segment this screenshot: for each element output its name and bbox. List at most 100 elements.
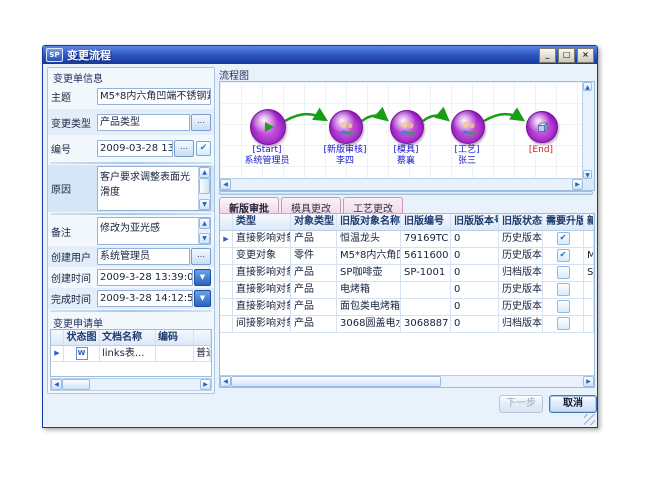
scroll-right-icon[interactable]: ▶	[572, 179, 583, 190]
col-old-status[interactable]: 旧版状态	[499, 214, 543, 230]
app-icon: SP	[46, 48, 63, 62]
maximize-button[interactable]: □	[558, 48, 575, 63]
flow-node-craft[interactable]	[451, 110, 485, 144]
scroll-left-icon[interactable]: ◀	[220, 376, 231, 387]
finish-time-row: 完成时间 2009-3-28 14:12:50 ▼	[48, 288, 214, 309]
flow-node-mold[interactable]	[390, 110, 424, 144]
change-type-picker-button[interactable]: …	[191, 114, 211, 131]
scroll-up-icon[interactable]: ▲	[583, 82, 592, 91]
scroll-thumb[interactable]	[199, 178, 210, 194]
flow-node-end[interactable]	[526, 111, 558, 143]
close-button[interactable]: ×	[577, 48, 594, 63]
col-status[interactable]: 状态图	[64, 330, 100, 345]
subject-label: 主题	[51, 89, 97, 104]
col-old-no[interactable]: 旧版编号	[401, 214, 451, 230]
reason-row: 原因 客户要求调整表面光滑度 ▲ ▼	[48, 165, 214, 212]
upgrade-checkbox[interactable]	[557, 266, 570, 279]
remark-textarea[interactable]: 修改为亚光感 ▲ ▼	[97, 217, 211, 245]
request-table-hscrollbar[interactable]: ◀ ▶	[50, 378, 212, 391]
cell-old-status: 归档版本	[499, 265, 543, 281]
spin-down-icon[interactable]: ▼	[199, 233, 210, 244]
scroll-up-icon[interactable]: ▲	[199, 167, 210, 178]
titlebar[interactable]: SP 变更流程 _ □ ×	[43, 46, 597, 64]
people-icon	[398, 120, 417, 135]
number-input[interactable]: 2009-03-28 13:39:01	[97, 140, 173, 157]
col-obj-type[interactable]: 对象类型	[291, 214, 337, 230]
scroll-thumb[interactable]	[231, 376, 441, 387]
scroll-right-icon[interactable]: ▶	[583, 376, 594, 387]
scrollbar-corner	[583, 179, 594, 190]
creator-row: 创建用户 系统管理员 …	[48, 246, 214, 267]
change-type-input[interactable]: 产品类型	[97, 114, 190, 131]
spin-up-icon[interactable]: ▲	[199, 218, 210, 229]
table-row[interactable]: ▶ 直接影响对象 产品 恒温龙头 79169TC 0 历史版本 ✔	[220, 231, 594, 248]
next-button[interactable]: 下一步	[499, 395, 543, 413]
create-time-dropdown-icon[interactable]: ▼	[194, 269, 211, 286]
scroll-down-icon[interactable]: ▼	[199, 199, 210, 210]
flow-node-start[interactable]	[250, 109, 286, 145]
creator-picker-button[interactable]: …	[191, 248, 211, 265]
table-row[interactable]: 直接影响对象 产品 电烤箱 0 历史版本	[220, 282, 594, 299]
divider	[50, 310, 212, 312]
request-panel-header: 变更申请单	[48, 313, 214, 329]
cell-old-name: 面包类电烤箱	[337, 299, 401, 315]
cell-obj-type: 产品	[291, 282, 337, 298]
scroll-left-icon[interactable]: ◀	[51, 379, 62, 390]
subject-input[interactable]: M5*8内六角凹端不锈钢紧固螺钉	[97, 88, 211, 105]
col-upgrade[interactable]: 需要升版	[543, 214, 584, 230]
objects-grid: 类型 对象类型 旧版对象名称 旧版编号 旧版版本号 旧版状态 需要升版 新版 ▶…	[219, 213, 595, 388]
scroll-down-icon[interactable]: ▼	[583, 170, 592, 179]
table-row[interactable]: 直接影响对象 产品 面包类电烤箱 0 历史版本	[220, 299, 594, 316]
creator-input[interactable]: 系统管理员	[97, 248, 190, 265]
cell-obj-type: 产品	[291, 299, 337, 315]
flow-canvas[interactable]: [Start]系统管理员 [新版审核]李四 [模具]蔡襄 [工艺]张三 [End…	[220, 82, 583, 179]
cell-old-status: 归档版本	[499, 316, 543, 332]
resize-grip[interactable]	[584, 414, 595, 425]
upgrade-checkbox[interactable]	[557, 317, 570, 330]
col-new[interactable]: 新版	[584, 214, 594, 230]
col-old-ver[interactable]: 旧版版本号	[451, 214, 499, 230]
desktop: { "icons": { "up": "▲", "down": "▼", "le…	[0, 0, 660, 477]
horizontal-splitter[interactable]	[219, 191, 593, 195]
flow-vscrollbar[interactable]: ▲ ▼	[582, 82, 594, 179]
number-picker-button[interactable]: …	[174, 140, 194, 157]
col-doc-name[interactable]: 文档名称	[100, 330, 156, 345]
cancel-button[interactable]: 取消	[549, 395, 597, 413]
minimize-button[interactable]: _	[539, 48, 556, 63]
scroll-thumb[interactable]	[62, 379, 90, 390]
col-type[interactable]: 类型	[233, 214, 291, 230]
upgrade-checkbox[interactable]: ✔	[557, 232, 570, 245]
change-type-row: 变更类型 产品类型 …	[48, 109, 214, 135]
finish-time-input[interactable]: 2009-3-28 14:12:50	[97, 290, 193, 307]
cell-old-status: 历史版本	[499, 282, 543, 298]
scroll-right-icon[interactable]: ▶	[200, 379, 211, 390]
cell-obj-type: 产品	[291, 265, 337, 281]
flow-chart: [Start]系统管理员 [新版审核]李四 [模具]蔡襄 [工艺]张三 [End…	[219, 81, 595, 191]
cube-icon	[536, 121, 549, 134]
remark-spinner[interactable]: ▲ ▼	[198, 218, 210, 244]
col-code[interactable]: 编码	[156, 330, 194, 345]
finish-time-dropdown-icon[interactable]: ▼	[194, 290, 211, 307]
upgrade-checkbox[interactable]	[557, 283, 570, 296]
cell-old-no	[401, 282, 451, 298]
flow-panel-header: 流程图	[219, 67, 249, 82]
number-checkbox[interactable]: ✔	[196, 141, 211, 156]
table-row[interactable]: 直接影响对象 产品 SP咖啡壶 SP-1001 0 归档版本 SP咖	[220, 265, 594, 282]
cell-obj-type: 产品	[291, 231, 337, 247]
table-row[interactable]: 变更对象 零件 M5*8内六角凹... 5611600 0 历史版本 ✔ M5*…	[220, 248, 594, 265]
reason-scrollbar[interactable]: ▲ ▼	[198, 167, 210, 210]
flow-node-review[interactable]	[329, 110, 363, 144]
table-row[interactable]: 间接影响对象 产品 3068圆盖电水壶 3068887 0 归档版本	[220, 316, 594, 333]
create-time-input[interactable]: 2009-3-28 13:39:01	[97, 269, 193, 286]
reason-label: 原因	[51, 181, 97, 196]
request-table-row[interactable]: ▶ W links表... 普通	[51, 346, 211, 362]
upgrade-checkbox[interactable]: ✔	[557, 249, 570, 262]
col-old-name[interactable]: 旧版对象名称	[337, 214, 401, 230]
row-selector-icon: ▶	[51, 346, 64, 361]
upgrade-checkbox[interactable]	[557, 300, 570, 313]
flow-hscrollbar[interactable]: ◀ ▶	[220, 178, 583, 190]
cell-new-name	[584, 231, 594, 247]
reason-textarea[interactable]: 客户要求调整表面光滑度 ▲ ▼	[97, 166, 211, 211]
scroll-left-icon[interactable]: ◀	[220, 179, 231, 190]
grid-hscrollbar[interactable]: ◀ ▶	[220, 375, 594, 387]
